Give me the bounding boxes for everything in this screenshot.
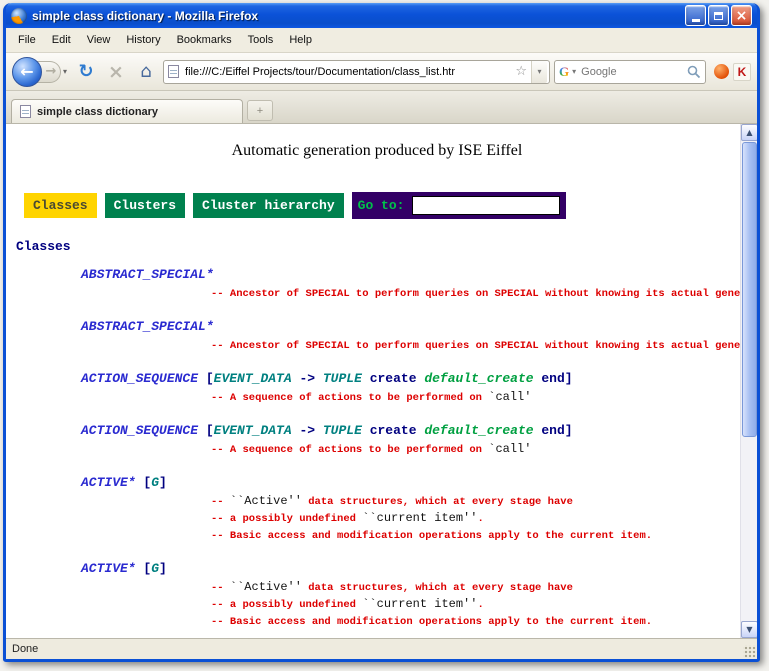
home-button[interactable]: ⌂	[133, 59, 159, 85]
section-title: Classes	[16, 239, 740, 254]
resize-grip[interactable]	[743, 645, 756, 658]
document-area: Automatic generation produced by ISE Eif…	[6, 124, 740, 638]
goto-input[interactable]	[412, 196, 560, 215]
nav-button-clusters[interactable]: Clusters	[105, 193, 185, 218]
class-comment: -- ``Active'' data structures, which at …	[14, 579, 740, 596]
status-bar: Done	[6, 638, 757, 659]
tab-bar: simple class dictionary +	[6, 91, 757, 124]
class-comment: -- A sequence of actions to be performed…	[14, 441, 740, 458]
search-engine-dropdown-icon[interactable]: ▾	[572, 67, 576, 76]
page-content: Automatic generation produced by ISE Eif…	[6, 124, 757, 638]
class-entry: ACTIVE* [G] -- ``Active'' data structures…	[14, 474, 740, 544]
class-entry: ACTIVE* [G] -- ``Active'' data structures…	[14, 560, 740, 630]
class-name-link[interactable]: ACTION_SEQUENCE [EVENT_DATA -> TUPLE cre…	[14, 370, 740, 387]
back-icon: ←	[20, 62, 33, 81]
class-entry: ACTION_SEQUENCE [EVENT_DATA -> TUPLE cre…	[14, 422, 740, 458]
maximize-icon	[714, 12, 723, 20]
chevron-down-icon: ▾	[537, 67, 541, 76]
close-icon: ×	[736, 9, 748, 23]
class-entry: ABSTRACT_SPECIAL* -- Ancestor of SPECIAL …	[14, 266, 740, 302]
tab-simple-class-dictionary[interactable]: simple class dictionary	[11, 99, 243, 123]
menu-bar: FileEditViewHistoryBookmarksToolsHelp	[6, 28, 757, 53]
minimize-button[interactable]	[685, 5, 706, 26]
firefox-icon	[11, 8, 27, 24]
search-box: G ▾	[554, 60, 706, 84]
page-nav-row: Classes Clusters Cluster hierarchy Go to:	[24, 192, 740, 219]
scroll-up-button[interactable]: ▲	[741, 124, 757, 141]
titlebar[interactable]: simple class dictionary - Mozilla Firefo…	[6, 3, 757, 28]
class-name-link[interactable]: ABSTRACT_SPECIAL*	[14, 318, 740, 335]
class-name-link[interactable]: ACTIVE* [G]	[14, 474, 740, 491]
status-text: Done	[12, 643, 38, 655]
goto-box: Go to:	[352, 192, 567, 219]
stop-button[interactable]: ×	[103, 59, 129, 85]
menu-file[interactable]: File	[10, 30, 44, 50]
home-icon: ⌂	[140, 61, 151, 82]
menu-history[interactable]: History	[118, 30, 168, 50]
reload-icon: ↻	[78, 61, 93, 82]
tab-label: simple class dictionary	[37, 106, 158, 118]
stop-icon: ×	[108, 61, 124, 83]
bookmark-star-icon[interactable]: ☆	[515, 64, 527, 79]
class-entry: ACTION_SEQUENCE [EVENT_DATA -> TUPLE cre…	[14, 370, 740, 406]
firefox-window: simple class dictionary - Mozilla Firefo…	[3, 3, 760, 662]
search-input[interactable]	[579, 65, 684, 79]
new-tab-icon: +	[257, 105, 263, 117]
class-name-link[interactable]: ACTION_SEQUENCE [EVENT_DATA -> TUPLE cre…	[14, 422, 740, 439]
forward-icon: →	[46, 64, 57, 79]
class-comment: -- a possibly undefined ``current item''…	[14, 596, 740, 613]
class-comment: -- Basic access and modification operati…	[14, 527, 740, 544]
back-button[interactable]: ←	[12, 57, 42, 87]
url-dropdown-button[interactable]: ▾	[531, 61, 547, 83]
scroll-up-icon: ▲	[746, 128, 752, 137]
url-input[interactable]	[183, 65, 511, 79]
tab-favicon-icon	[20, 105, 31, 118]
scroll-down-button[interactable]: ▼	[741, 621, 757, 638]
class-name-link[interactable]: ACTIVE* [G]	[14, 560, 740, 577]
class-comment: -- a possibly undefined ``current item''…	[14, 510, 740, 527]
class-comment: -- ``Active'' data structures, which at …	[14, 493, 740, 510]
vertical-scrollbar[interactable]: ▲ ▼	[740, 124, 757, 638]
minimize-icon	[692, 19, 700, 22]
nav-button-classes[interactable]: Classes	[24, 193, 97, 218]
menu-tools[interactable]: Tools	[240, 30, 282, 50]
scrollbar-thumb[interactable]	[742, 142, 757, 437]
google-icon: G	[559, 64, 569, 80]
scroll-down-icon: ▼	[746, 625, 752, 634]
url-bar: ☆ ▾	[163, 60, 550, 84]
window-title: simple class dictionary - Mozilla Firefo…	[32, 9, 680, 23]
class-list: ABSTRACT_SPECIAL* -- Ancestor of SPECIAL …	[14, 266, 740, 638]
addon-badge-icon[interactable]	[714, 64, 729, 79]
history-dropdown-icon[interactable]: ▾	[63, 67, 67, 76]
reload-button[interactable]: ↻	[73, 59, 99, 85]
class-comment: -- Basic access and modification operati…	[14, 613, 740, 630]
class-comment: -- A sequence of actions to be performed…	[14, 389, 740, 406]
kaspersky-icon[interactable]: K	[733, 63, 751, 81]
maximize-button[interactable]	[708, 5, 729, 26]
page-favicon-icon	[168, 65, 179, 78]
menu-edit[interactable]: Edit	[44, 30, 79, 50]
class-comment: -- Ancestor of SPECIAL to perform querie…	[14, 285, 740, 302]
menu-help[interactable]: Help	[281, 30, 320, 50]
nav-button-cluster-hierarchy[interactable]: Cluster hierarchy	[193, 193, 344, 218]
back-forward-cluster: ← → ▾	[12, 57, 67, 87]
nav-toolbar: ← → ▾ ↻ × ⌂ ☆ ▾ G ▾ K	[6, 53, 757, 91]
page-nav-buttons: Classes Clusters Cluster hierarchy	[24, 193, 344, 218]
menu-bookmarks[interactable]: Bookmarks	[169, 30, 240, 50]
search-icon[interactable]	[687, 65, 701, 79]
menu-view[interactable]: View	[79, 30, 119, 50]
goto-label: Go to:	[358, 198, 405, 213]
new-tab-button[interactable]: +	[247, 100, 273, 121]
class-comment: -- Ancestor of SPECIAL to perform querie…	[14, 337, 740, 354]
class-name-link[interactable]: ABSTRACT_SPECIAL*	[14, 266, 740, 283]
close-button[interactable]: ×	[731, 5, 752, 26]
class-entry: ABSTRACT_SPECIAL* -- Ancestor of SPECIAL …	[14, 318, 740, 354]
page-title: Automatic generation produced by ISE Eif…	[14, 142, 740, 160]
